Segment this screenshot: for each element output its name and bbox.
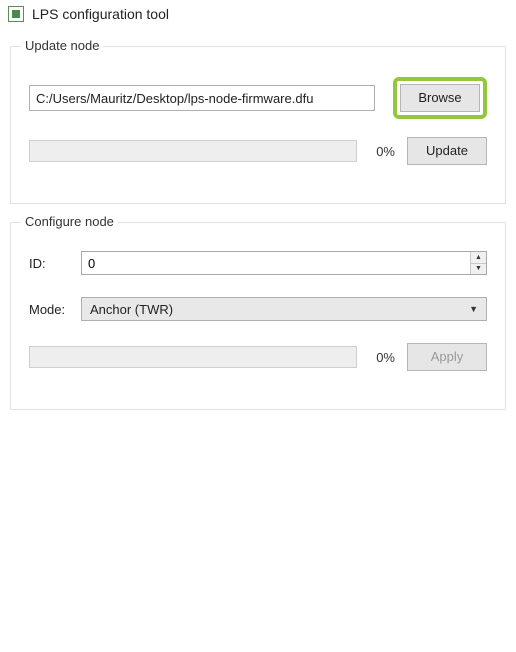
firmware-path-input[interactable]	[29, 85, 375, 111]
configure-progress-bar	[29, 346, 357, 368]
mode-label: Mode:	[29, 302, 81, 317]
update-progress-bar	[29, 140, 357, 162]
browse-button[interactable]: Browse	[400, 84, 480, 112]
window-title: LPS configuration tool	[32, 6, 169, 22]
update-node-title: Update node	[21, 38, 103, 53]
update-button[interactable]: Update	[407, 137, 487, 165]
configure-node-group: Configure node ID: ▲ ▼ Mode: Anchor (TWR…	[10, 222, 506, 410]
update-node-group: Update node Browse 0% Update	[10, 46, 506, 204]
update-progress-pct: 0%	[367, 144, 395, 159]
configure-progress-pct: 0%	[367, 350, 395, 365]
chevron-down-icon: ▼	[469, 304, 478, 314]
browse-highlight: Browse	[393, 77, 487, 119]
configure-node-title: Configure node	[21, 214, 118, 229]
id-label: ID:	[29, 256, 81, 271]
id-step-down[interactable]: ▼	[471, 264, 486, 275]
titlebar: LPS configuration tool	[0, 0, 516, 32]
id-spinbox[interactable]: ▲ ▼	[81, 251, 487, 275]
id-step-up[interactable]: ▲	[471, 252, 486, 264]
mode-combobox[interactable]: Anchor (TWR) ▼	[81, 297, 487, 321]
apply-button[interactable]: Apply	[407, 343, 487, 371]
mode-value: Anchor (TWR)	[90, 302, 173, 317]
app-icon	[8, 6, 24, 22]
id-input[interactable]	[82, 252, 470, 274]
